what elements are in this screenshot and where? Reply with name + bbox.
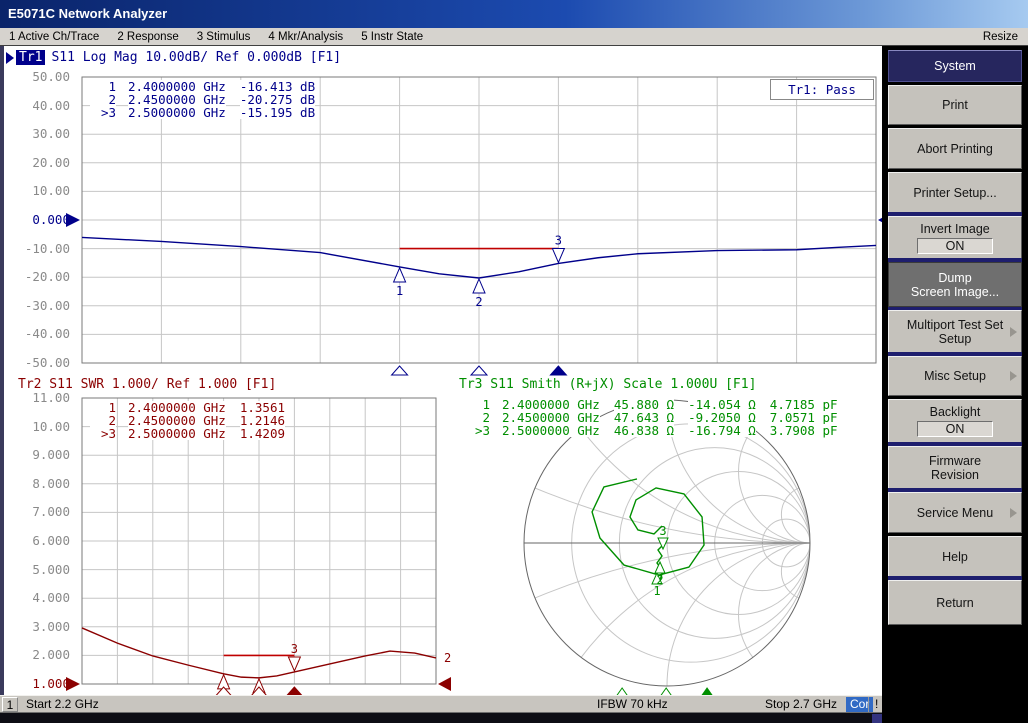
menu-item[interactable]: 2 Response bbox=[108, 31, 187, 43]
softkey-menu-title: System bbox=[888, 50, 1022, 82]
menu-bar: 1 Active Ch/Trace2 Response3 Stimulus4 M… bbox=[0, 28, 1028, 46]
y-axis-label: -50.00 bbox=[6, 354, 74, 372]
tr3-format-text: Tr3 S11 Smith (R+jX) Scale 1.000U [F1] bbox=[459, 377, 756, 392]
softkey-multiport-test-set-setup[interactable]: Multiport Test Set Setup bbox=[888, 310, 1022, 353]
softkey-backlight[interactable]: Backlight ON bbox=[888, 399, 1022, 443]
menu-item[interactable]: 5 Instr State bbox=[352, 31, 432, 43]
y-axis-label: -20.00 bbox=[6, 268, 74, 286]
svg-text:2: 2 bbox=[444, 651, 451, 665]
clipped-taskbar bbox=[0, 713, 1028, 723]
tr2-marker-table: 12.4000000 GHz1.356122.4500000 GHz1.2146… bbox=[90, 401, 285, 440]
softkey-misc-setup[interactable]: Misc Setup bbox=[888, 356, 1022, 396]
softkey-dump-screen-image[interactable]: Dump Screen Image... bbox=[888, 262, 1022, 307]
svg-text:2: 2 bbox=[656, 573, 663, 587]
svg-text:3: 3 bbox=[659, 524, 666, 538]
y-axis-label: 5.000 bbox=[6, 561, 74, 579]
ifbw-indicator: IFBW 70 kHz bbox=[597, 697, 668, 712]
menu-item[interactable]: 3 Stimulus bbox=[188, 31, 260, 43]
tr3-smith-chart[interactable]: 123 bbox=[524, 400, 810, 686]
softkey-printer-setup[interactable]: Printer Setup... bbox=[888, 172, 1022, 213]
marker-row: >32.5000000 GHz-15.195 dB bbox=[90, 106, 315, 119]
menu-items: 1 Active Ch/Trace2 Response3 Stimulus4 M… bbox=[0, 31, 432, 43]
svg-text:1: 1 bbox=[396, 284, 403, 298]
marker-row: >32.5000000 GHz1.4209 bbox=[90, 427, 285, 440]
submenu-arrow-icon bbox=[1010, 327, 1017, 337]
tr3-marker-table: 12.4000000 GHz45.880 Ω-14.054 Ω4.7185 pF… bbox=[464, 398, 838, 437]
tr1-y-axis: 50.00 40.00 30.00 20.00 10.00 0.000 -10.00 -20.… bbox=[6, 68, 74, 372]
marker-row: >32.5000000 GHz46.838 Ω-16.794 Ω3.7908 p… bbox=[464, 424, 838, 437]
svg-text:3: 3 bbox=[291, 642, 298, 656]
tr3-header: Tr3 S11 Smith (R+jX) Scale 1.000U [F1] bbox=[459, 377, 756, 392]
y-axis-label: 9.000 bbox=[6, 446, 74, 464]
status-bar: 1 Start 2.2 GHz IFBW 70 kHz Stop 2.7 GHz… bbox=[0, 695, 882, 713]
softkey-help[interactable]: Help bbox=[888, 536, 1022, 577]
y-axis-label: -40.00 bbox=[6, 325, 74, 343]
tr1-marker-table: 12.4000000 GHz-16.413 dB22.4500000 GHz-2… bbox=[90, 80, 315, 119]
resize-button[interactable]: Resize bbox=[973, 31, 1028, 43]
y-axis-label: 1.000 bbox=[6, 675, 74, 693]
channel-indicator: 1 bbox=[2, 697, 18, 712]
window-title: E5071C Network Analyzer bbox=[8, 6, 167, 21]
display-area: Tr1 S11 Log Mag 10.00dB/ Ref 0.000dB [F1… bbox=[0, 46, 882, 695]
y-axis-label: 8.000 bbox=[6, 475, 74, 493]
softkey-return[interactable]: Return bbox=[888, 580, 1022, 625]
y-axis-label: 40.00 bbox=[6, 97, 74, 115]
y-axis-label: 4.000 bbox=[6, 589, 74, 607]
tr1-format-text: S11 Log Mag 10.00dB/ Ref 0.000dB [F1] bbox=[51, 50, 341, 65]
softkey-abort-printing[interactable]: Abort Printing bbox=[888, 128, 1022, 169]
y-axis-label: 7.000 bbox=[6, 503, 74, 521]
instrument-screen: E5071C Network Analyzer 1 Active Ch/Trac… bbox=[0, 0, 1028, 723]
y-axis-label: 20.00 bbox=[6, 154, 74, 172]
y-axis-label: 0.000 bbox=[6, 211, 74, 229]
y-axis-label: 11.00 bbox=[6, 389, 74, 407]
y-axis-label: -10.00 bbox=[6, 240, 74, 258]
softkey-service-menu[interactable]: Service Menu bbox=[888, 492, 1022, 533]
y-axis-label: 3.000 bbox=[6, 618, 74, 636]
submenu-arrow-icon bbox=[1010, 508, 1017, 518]
y-axis-label: 30.00 bbox=[6, 125, 74, 143]
limit-test-result: Tr1: Pass bbox=[770, 79, 874, 100]
menu-item[interactable]: 4 Mkr/Analysis bbox=[259, 31, 352, 43]
backlight-state-toggle[interactable]: ON bbox=[917, 421, 993, 437]
svg-text:2: 2 bbox=[475, 295, 482, 309]
menu-item[interactable]: 1 Active Ch/Trace bbox=[0, 31, 108, 43]
window-titlebar: E5071C Network Analyzer bbox=[0, 0, 1028, 28]
tr2-y-axis: 11.00 10.00 9.000 8.000 7.000 6.000 5.000 4.000… bbox=[6, 389, 74, 693]
tr1-header: Tr1 S11 Log Mag 10.00dB/ Ref 0.000dB [F1… bbox=[6, 50, 341, 65]
softkey-firmware-revision[interactable]: Firmware Revision bbox=[888, 446, 1022, 489]
svg-text:3: 3 bbox=[555, 233, 562, 247]
softkey-print[interactable]: Print bbox=[888, 85, 1022, 125]
invert-image-state-toggle[interactable]: ON bbox=[917, 238, 993, 254]
softkey-invert-image[interactable]: Invert Image ON bbox=[888, 216, 1022, 259]
y-axis-label: 10.00 bbox=[6, 418, 74, 436]
y-axis-label: 6.000 bbox=[6, 532, 74, 550]
softkey-menu: System Print Abort Printing Printer Setu… bbox=[882, 46, 1028, 723]
tr1-tab[interactable]: Tr1 bbox=[16, 50, 45, 65]
softkey-filler bbox=[888, 628, 1026, 723]
submenu-arrow-icon bbox=[1010, 371, 1017, 381]
y-axis-label: 50.00 bbox=[6, 68, 74, 86]
y-axis-label: -30.00 bbox=[6, 297, 74, 315]
y-axis-label: 2.000 bbox=[6, 646, 74, 664]
start-frequency: Start 2.2 GHz bbox=[26, 697, 99, 712]
y-axis-label: 10.00 bbox=[6, 182, 74, 200]
active-trace-arrow-icon bbox=[6, 52, 14, 64]
stop-frequency: Stop 2.7 GHz bbox=[765, 697, 837, 712]
